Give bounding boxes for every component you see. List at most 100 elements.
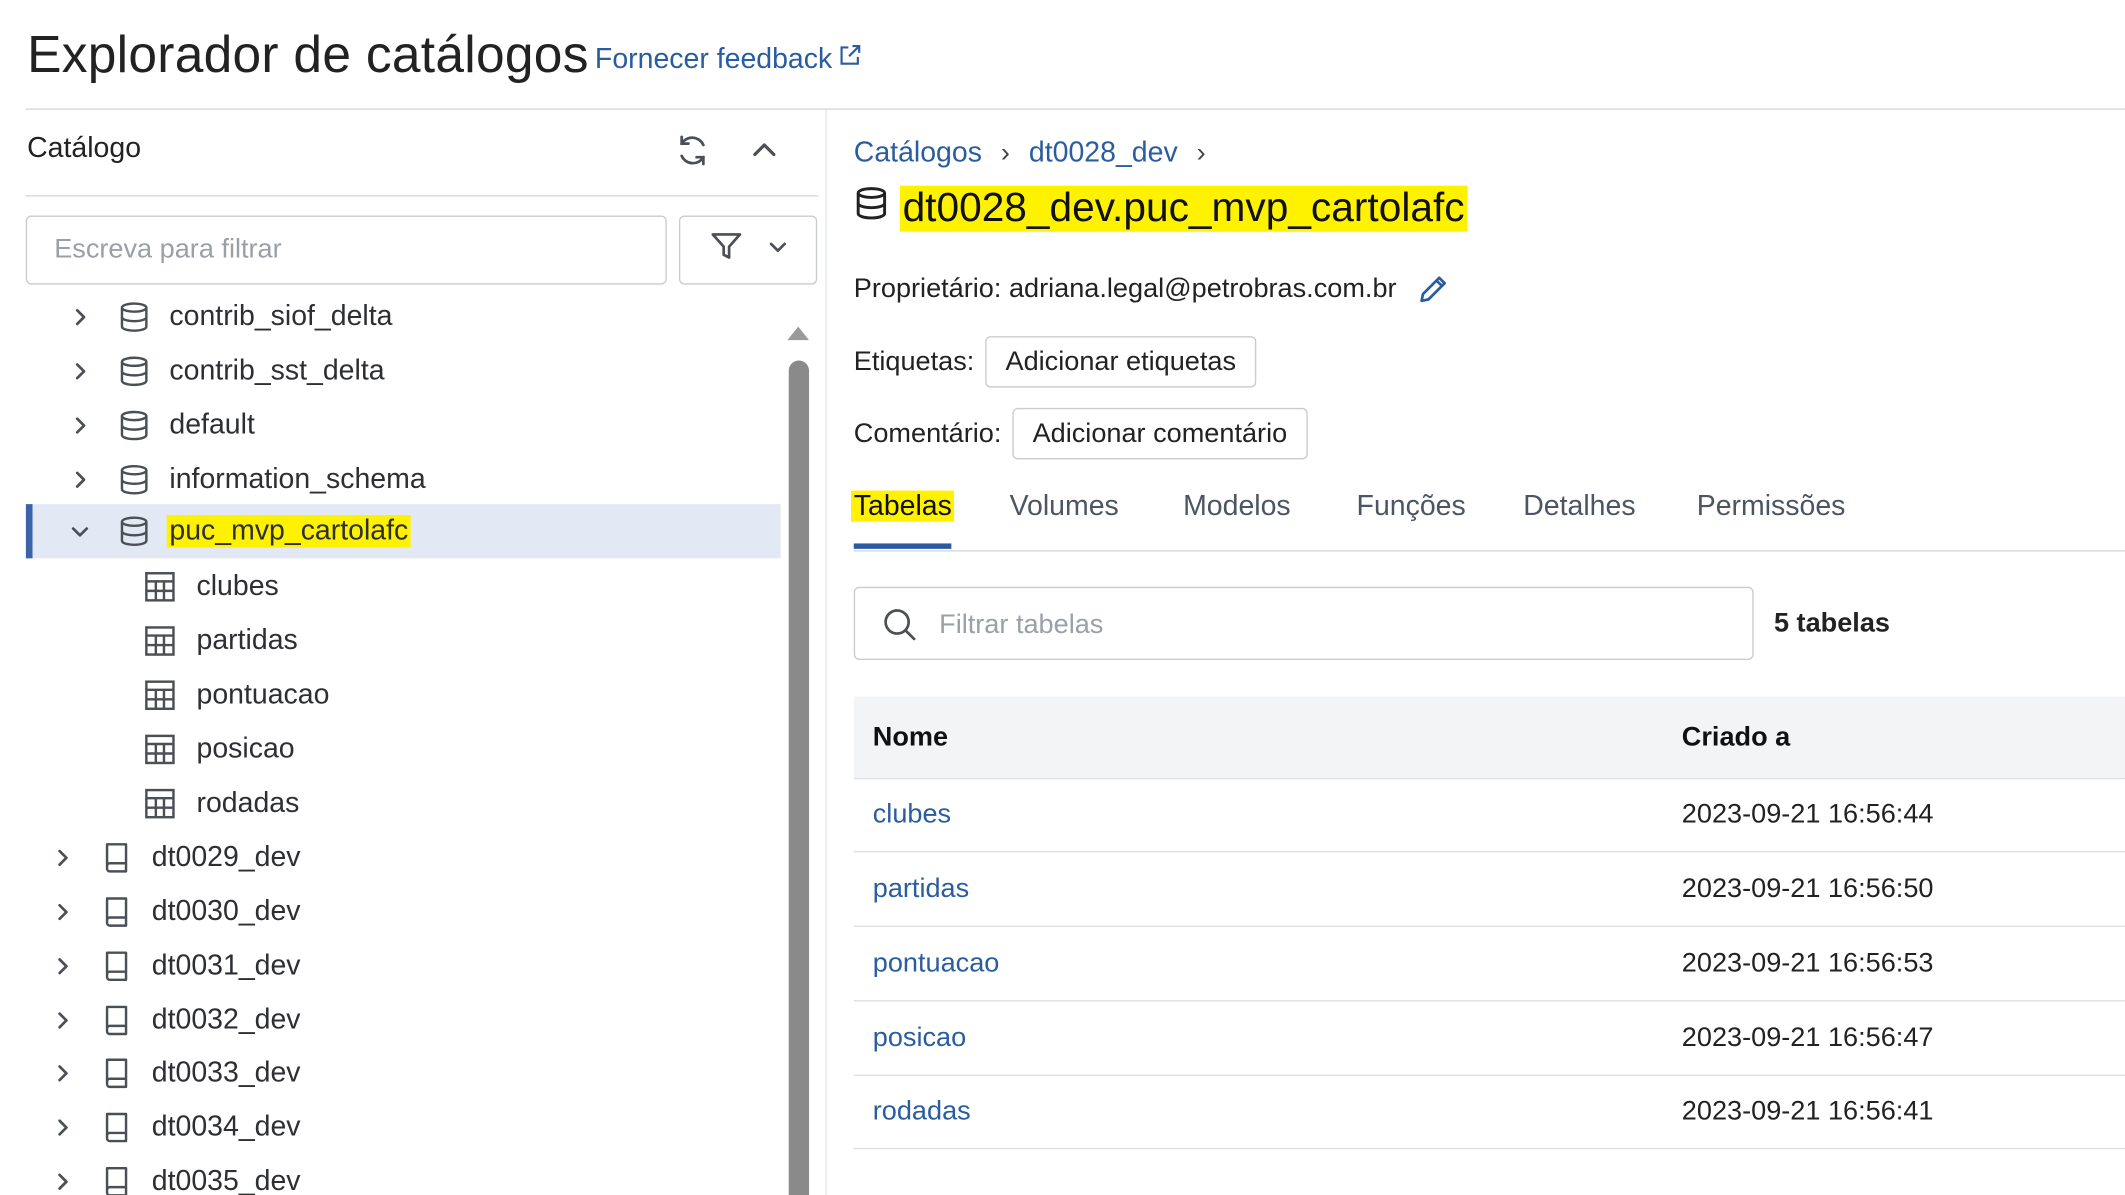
comment-row: Comentário: Adicionar comentário: [853, 407, 1308, 460]
table-row: rodadas 2023-09-21 16:56:41: [853, 1075, 2125, 1150]
refresh-button[interactable]: [669, 131, 715, 174]
tree-item-label: contrib_sst_delta: [169, 355, 385, 387]
tree-item-label: information_schema: [169, 463, 426, 495]
scrollbar-thumb[interactable]: [788, 360, 810, 1195]
tree-item-label: contrib_siof_delta: [169, 300, 393, 333]
catalog-tree: contrib_siof_delta contrib_sst_delta def…: [25, 290, 782, 1195]
catalog-filter-input[interactable]: [25, 215, 667, 285]
schema-full-name: dt0028_dev.puc_mvp_cartolafc: [899, 185, 1468, 232]
tree-item-label: clubes: [196, 570, 279, 602]
table-row: pontuacao 2023-09-21 16:56:53: [853, 927, 2125, 1002]
database-icon: [117, 462, 152, 497]
table-icon: [142, 786, 177, 821]
tree-item-dt0033-dev[interactable]: dt0033_dev: [26, 1046, 781, 1100]
chevron-right-icon[interactable]: [50, 1170, 74, 1194]
database-icon: [117, 299, 152, 334]
chevron-down-icon[interactable]: [68, 519, 92, 543]
tab-modelos[interactable]: Modelos: [1183, 491, 1291, 524]
tree-item-label: dt0035_dev: [151, 1165, 301, 1195]
comment-label: Comentário:: [853, 418, 1002, 448]
pencil-icon[interactable]: [1416, 271, 1451, 306]
tags-row: Etiquetas: Adicionar etiquetas: [854, 336, 1257, 388]
feedback-label: Fornecer feedback: [594, 43, 833, 75]
table-row: posicao 2023-09-21 16:56:47: [853, 1001, 2125, 1077]
tree-item-information-schema[interactable]: information_schema: [26, 453, 781, 507]
column-header-name[interactable]: Nome: [873, 722, 948, 753]
tree-item-label: puc_mvp_cartolafc: [166, 514, 411, 548]
chevron-right-icon[interactable]: [50, 1061, 74, 1085]
external-link-icon: [838, 43, 862, 76]
owner-text: Proprietário: adriana.legal@petrobras.co…: [854, 273, 1397, 304]
catalog-explorer-page: Explorador de catálogos Fornecer feedbac…: [0, 0, 2125, 1195]
breadcrumb-catalogs[interactable]: Catálogos: [854, 137, 982, 170]
chevron-right-icon[interactable]: [50, 954, 74, 978]
catalog-panel-title: Catálogo: [27, 132, 142, 164]
chevron-right-icon[interactable]: [68, 413, 92, 437]
feedback-link[interactable]: Fornecer feedback: [595, 43, 862, 76]
chevron-right-icon[interactable]: [68, 359, 92, 383]
created-date: 2023-09-21 16:56:53: [1681, 948, 1934, 979]
scroll-up-arrow[interactable]: [786, 323, 810, 342]
tree-item-dt0031-dev[interactable]: dt0031_dev: [26, 939, 781, 993]
catalog-book-icon: [99, 1110, 134, 1145]
chevron-right-icon[interactable]: [50, 1008, 74, 1032]
database-icon: [117, 514, 152, 549]
collapse-panel-button[interactable]: [743, 131, 786, 174]
tab-funcoes[interactable]: Funções: [1357, 491, 1466, 524]
tree-item-default[interactable]: default: [26, 398, 781, 452]
table-icon: [142, 678, 177, 713]
tree-item-dt0030-dev[interactable]: dt0030_dev: [26, 885, 781, 939]
table-link[interactable]: posicao: [873, 1023, 966, 1054]
tables-count: 5 tabelas: [1773, 608, 1890, 639]
tree-item-dt0034-dev[interactable]: dt0034_dev: [26, 1100, 781, 1154]
selection-indicator: [25, 504, 33, 559]
tree-item-label: dt0033_dev: [151, 1057, 301, 1089]
tree-item-label: posicao: [196, 733, 295, 765]
tree-item-dt0032-dev[interactable]: dt0032_dev: [26, 993, 781, 1047]
table-row: partidas 2023-09-21 16:56:50: [853, 852, 2125, 927]
tab-volumes[interactable]: Volumes: [1010, 491, 1119, 524]
tab-permissoes[interactable]: Permissões: [1697, 491, 1846, 524]
tree-item-puc-mvp-cartolafc[interactable]: puc_mvp_cartolafc: [25, 504, 781, 559]
filter-dropdown-button[interactable]: [678, 215, 818, 285]
tree-item-dt0029-dev[interactable]: dt0029_dev: [26, 831, 781, 885]
tab-detalhes[interactable]: Detalhes: [1523, 491, 1635, 524]
add-comment-button[interactable]: Adicionar comentário: [1012, 407, 1308, 460]
tree-item-contrib-sst-delta[interactable]: contrib_sst_delta: [26, 344, 781, 398]
tree-item-dt0035-dev[interactable]: dt0035_dev: [26, 1155, 781, 1195]
table-link[interactable]: clubes: [873, 800, 951, 831]
owner-label: Proprietário:: [853, 273, 1002, 303]
table-link[interactable]: partidas: [873, 874, 969, 905]
tree-item-partidas[interactable]: partidas: [26, 614, 781, 668]
tree-item-posicao[interactable]: posicao: [26, 722, 781, 776]
database-icon: [117, 354, 152, 389]
filter-icon: [709, 229, 744, 271]
chevron-right-icon[interactable]: [68, 305, 92, 329]
chevron-right-icon[interactable]: [50, 846, 74, 870]
breadcrumb-catalog[interactable]: dt0028_dev: [1029, 137, 1178, 170]
chevron-right-icon[interactable]: [68, 468, 92, 492]
panel-divider: [825, 109, 827, 1195]
tree-item-label: dt0032_dev: [151, 1004, 301, 1036]
table-icon: [142, 569, 177, 604]
column-header-created[interactable]: Criado a: [1682, 722, 1790, 753]
tables-filter-input[interactable]: [936, 588, 1742, 662]
chevron-right-icon[interactable]: [50, 1115, 74, 1139]
refresh-icon: [675, 132, 710, 174]
tree-item-label: dt0030_dev: [151, 895, 301, 927]
add-tags-button[interactable]: Adicionar etiquetas: [985, 336, 1257, 388]
catalog-book-icon: [99, 1003, 134, 1038]
page-title: Explorador de catálogos: [27, 27, 589, 85]
header-divider: [25, 108, 2125, 110]
tree-item-contrib-siof-delta[interactable]: contrib_siof_delta: [26, 290, 781, 344]
tree-item-rodadas[interactable]: rodadas: [26, 777, 781, 831]
tree-item-clubes[interactable]: clubes: [26, 560, 781, 614]
tree-item-label: rodadas: [196, 787, 300, 819]
tab-tabelas[interactable]: Tabelas: [851, 490, 955, 524]
catalog-book-icon: [99, 949, 134, 984]
tree-item-pontuacao[interactable]: pontuacao: [26, 668, 781, 722]
active-tab-indicator: [853, 543, 952, 549]
chevron-right-icon[interactable]: [50, 900, 74, 924]
table-link[interactable]: rodadas: [873, 1096, 971, 1127]
table-link[interactable]: pontuacao: [873, 949, 1000, 980]
